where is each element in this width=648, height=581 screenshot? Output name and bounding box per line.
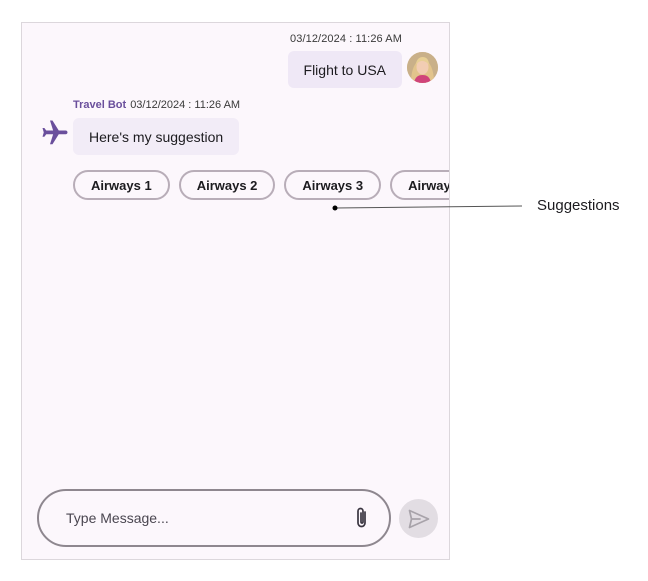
user-message-timestamp: 03/12/2024 : 11:26 AM xyxy=(290,33,402,45)
bot-message-bubble: Here's my suggestion xyxy=(73,118,240,155)
message-input[interactable] xyxy=(64,509,338,527)
suggestion-chip[interactable]: Airways 1 xyxy=(73,170,170,200)
suggestion-chip[interactable]: Airways 2 xyxy=(178,170,276,200)
send-icon xyxy=(408,509,429,528)
chat-panel: 03/12/2024 : 11:26 AM Flight to USA Trav… xyxy=(21,22,450,560)
bot-author-name: Travel Bot xyxy=(73,99,127,111)
bot-message-header: Travel Bot 03/12/2024 : 11:26 AM xyxy=(73,99,240,111)
message-composer xyxy=(37,489,391,547)
suggestion-list: Airways 1 Airways 2 Airways 3 Airways 4 xyxy=(73,170,449,200)
annotation-label: Suggestions xyxy=(537,197,620,214)
user-message-bubble: Flight to USA xyxy=(287,51,402,88)
avatar-photo xyxy=(407,52,438,83)
bot-message-timestamp: 03/12/2024 : 11:26 AM xyxy=(130,99,241,111)
send-button[interactable] xyxy=(399,499,438,538)
paperclip-icon[interactable] xyxy=(351,506,373,530)
user-avatar xyxy=(407,52,438,83)
suggestion-chip[interactable]: Airways 4 xyxy=(390,170,449,200)
airplane-icon xyxy=(40,118,70,148)
suggestion-chip[interactable]: Airways 3 xyxy=(284,170,382,200)
